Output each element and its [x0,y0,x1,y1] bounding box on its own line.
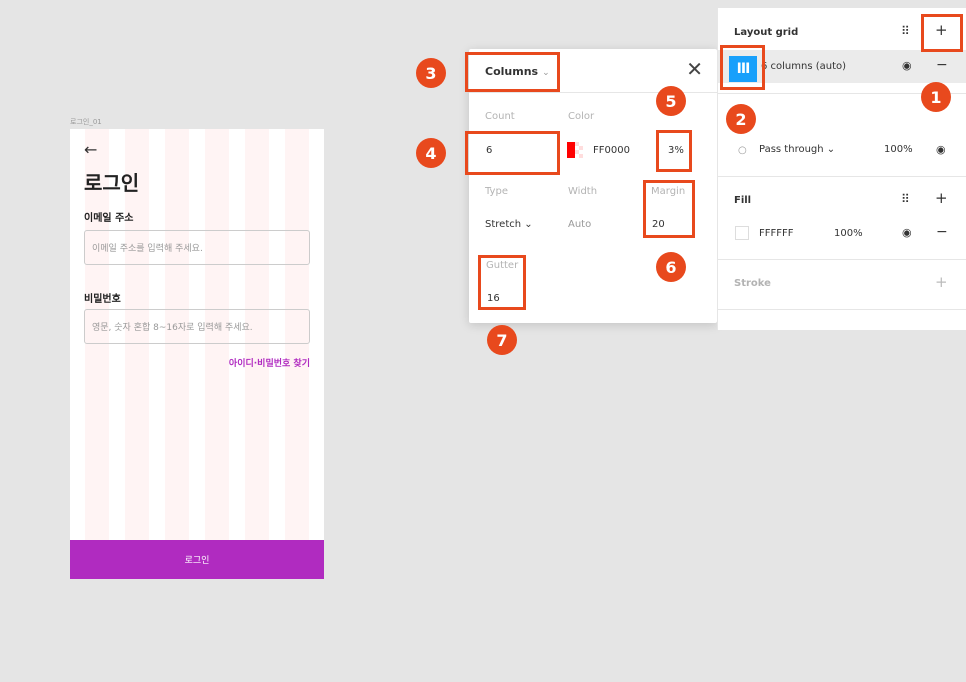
highlight-margin [643,180,695,238]
frame-name-label[interactable]: 로그인_01 [70,117,102,127]
eye-icon[interactable]: ◉ [902,227,912,238]
blend-drop-icon: ○ [738,145,747,156]
highlight-grid-type [465,52,560,92]
grid-color-hex[interactable]: FF0000 [593,145,630,156]
fill-styles-icon[interactable]: ⠿ [901,193,910,205]
blend-mode-select[interactable]: Pass through ⌄ [759,144,835,155]
grid-column [165,129,189,579]
type-label: Type [485,186,508,197]
add-fill-icon[interactable]: + [935,191,948,206]
remove-layout-grid-icon[interactable]: − [936,58,948,72]
password-placeholder: 영문, 숫자 혼합 8~16자로 입력해 주세요. [92,323,253,333]
grid-column [85,129,109,579]
divider [718,176,966,177]
grid-column [205,129,229,579]
annotation-badge-6: 6 [656,252,686,282]
password-label: 비밀번호 [84,294,121,305]
type-select[interactable]: Stretch ⌄ [485,219,533,230]
back-arrow-icon[interactable]: ← [84,142,97,158]
highlight-color-opacity [656,130,692,172]
width-input[interactable]: Auto [568,219,591,230]
grid-column [245,129,269,579]
annotation-badge-5: 5 [656,86,686,116]
highlight-gutter [478,255,526,310]
eye-icon[interactable]: ◉ [936,144,946,155]
close-icon[interactable]: ✕ [686,59,703,79]
highlight-add-grid [921,14,963,52]
count-label: Count [485,111,515,122]
annotation-badge-3: 3 [416,58,446,88]
email-label: 이메일 주소 [84,213,134,224]
login-frame[interactable]: ← 로그인 이메일 주소 이메일 주소를 입력해 주세요. 비밀번호 영문, 숫… [70,129,324,579]
highlight-count [465,131,560,175]
grid-column [125,129,149,579]
grid-styles-icon[interactable]: ⠿ [901,25,910,37]
email-field[interactable]: 이메일 주소를 입력해 주세요. [84,230,310,265]
password-field[interactable]: 영문, 숫자 혼합 8~16자로 입력해 주세요. [84,309,310,344]
fill-color-swatch[interactable] [735,226,749,240]
grid-color-swatch[interactable] [567,142,583,158]
stroke-title: Stroke [734,278,771,289]
email-placeholder: 이메일 주소를 입력해 주세요. [92,244,203,254]
divider [718,309,966,310]
eye-icon[interactable]: ◉ [902,60,912,71]
annotation-badge-2: 2 [726,104,756,134]
fill-title: Fill [734,195,752,206]
fill-opacity-input[interactable]: 100% [834,228,863,239]
layer-opacity-input[interactable]: 100% [884,144,913,155]
annotation-badge-1: 1 [921,82,951,112]
layout-grid-title: Layout grid [734,27,799,38]
fill-hex-input[interactable]: FFFFFF [759,228,794,239]
divider [718,259,966,260]
layout-grid-item-label[interactable]: 6 columns (auto) [761,61,846,72]
find-account-link[interactable]: 아이디·비밀번호 찾기 [229,356,310,369]
color-label: Color [568,111,595,122]
annotation-badge-7: 7 [487,325,517,355]
annotation-badge-4: 4 [416,138,446,168]
highlight-grid-icon [720,45,765,90]
grid-column [285,129,309,579]
add-stroke-icon[interactable]: + [935,275,948,290]
page-title: 로그인 [84,171,140,195]
width-label: Width [568,186,598,197]
login-button[interactable]: 로그인 [70,540,324,579]
column-grid-overlay [85,129,309,579]
remove-fill-icon[interactable]: − [936,225,948,239]
